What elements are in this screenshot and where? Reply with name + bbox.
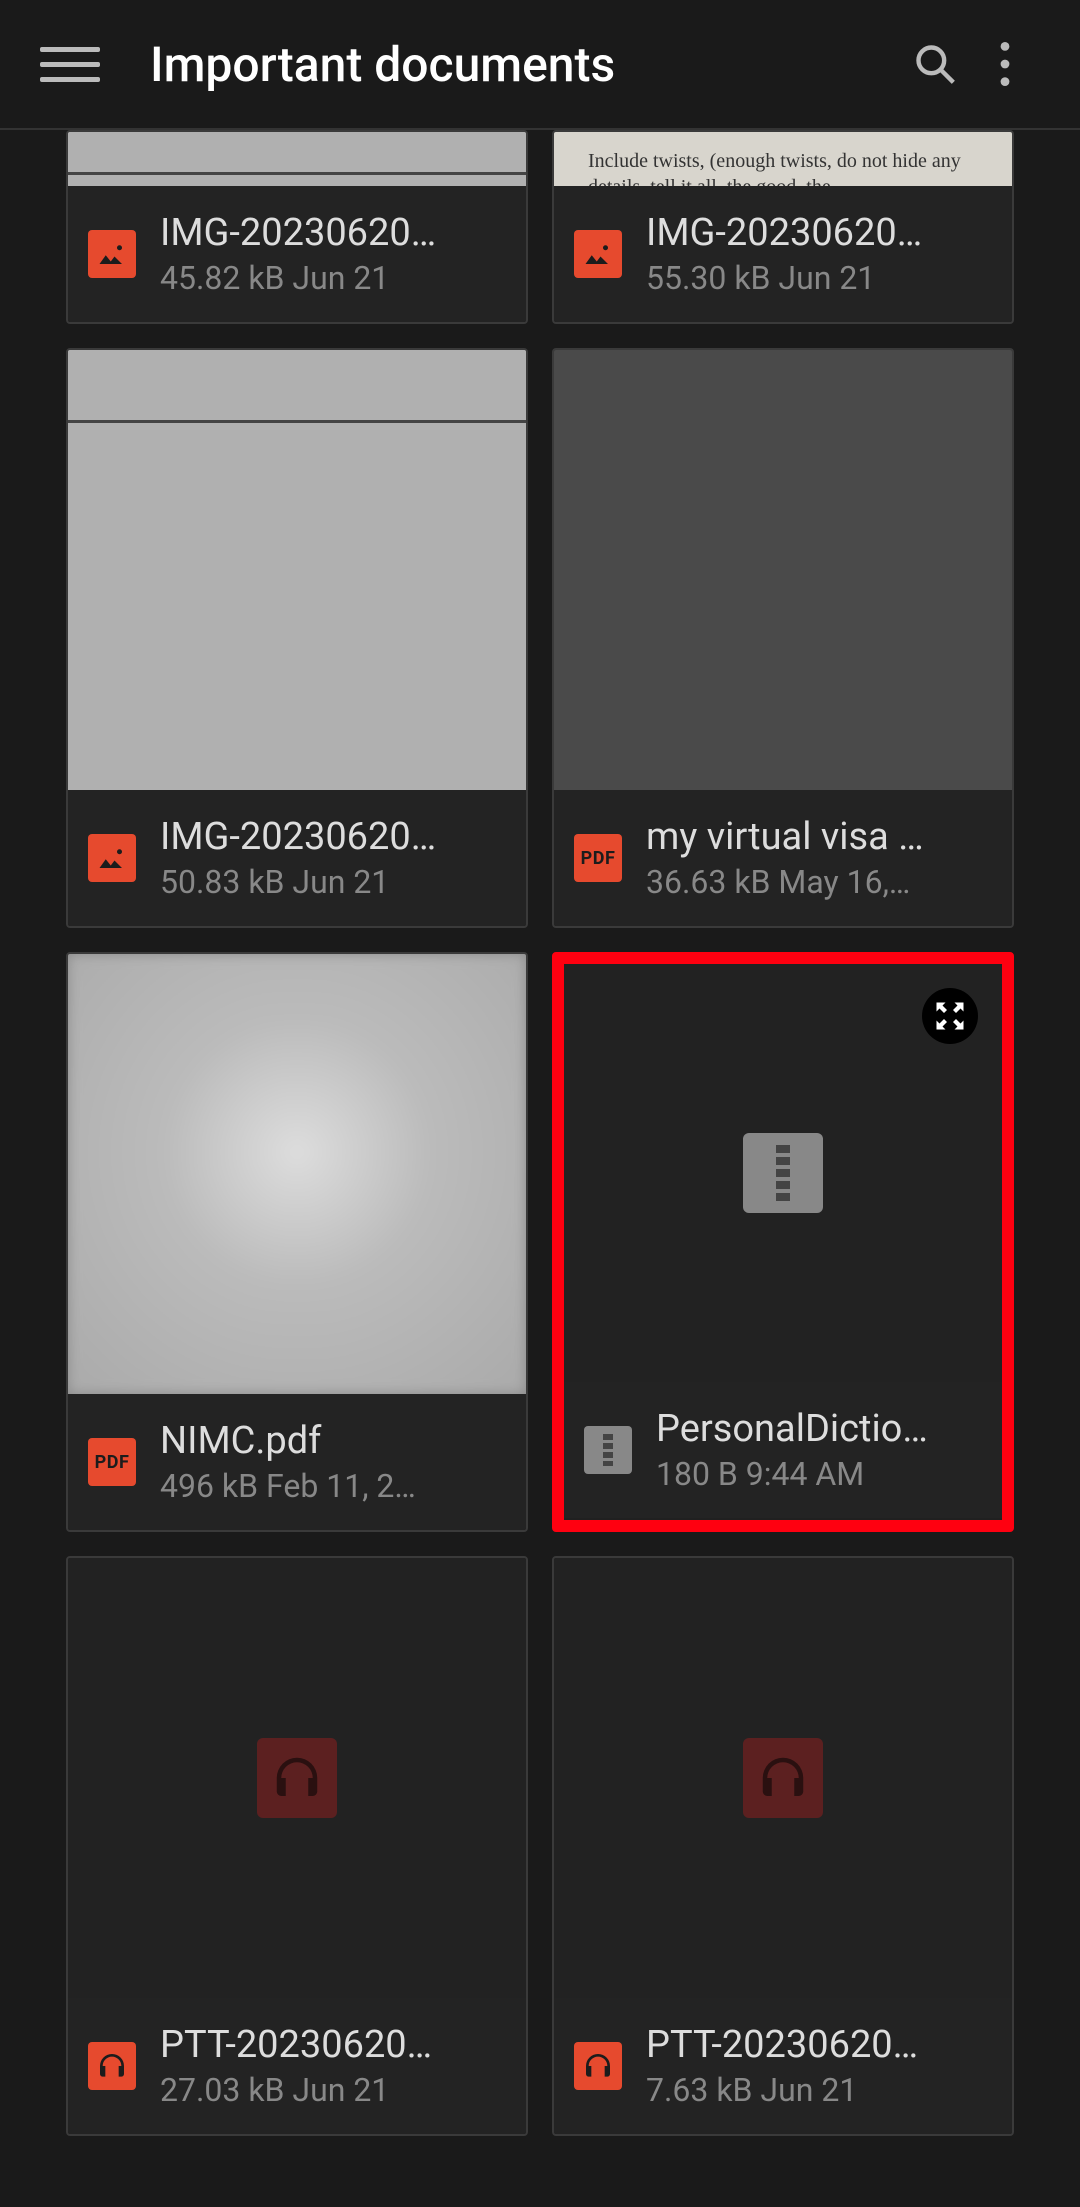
- image-icon: [88, 230, 136, 278]
- file-thumbnail: [68, 954, 526, 1394]
- file-name: IMG-20230620…: [160, 815, 506, 859]
- file-name: IMG-20230620…: [646, 211, 992, 255]
- file-thumbnail: [68, 350, 526, 790]
- file-thumbnail: [554, 1558, 1012, 1998]
- pdf-icon: PDF: [88, 1438, 136, 1486]
- file-name: IMG-20230620…: [160, 211, 506, 255]
- menu-icon[interactable]: [40, 34, 100, 94]
- file-meta: 27.03 kB Jun 21: [160, 2071, 506, 2109]
- file-card[interactable]: PTT-20230620… 27.03 kB Jun 21: [66, 1556, 528, 2136]
- file-meta: 45.82 kB Jun 21: [160, 259, 506, 297]
- file-thumbnail: [68, 1558, 526, 1998]
- file-thumbnail: [554, 350, 1012, 790]
- file-card[interactable]: PDF NIMC.pdf 496 kB Feb 11, 2…: [66, 952, 528, 1532]
- thumbnail-text-preview: Include twists, (enough twists, do not h…: [574, 142, 992, 186]
- pdf-icon: PDF: [574, 834, 622, 882]
- more-vert-icon[interactable]: [970, 29, 1040, 99]
- file-card[interactable]: IMG-20230620… 50.83 kB Jun 21: [66, 348, 528, 928]
- file-name: PersonalDictio…: [656, 1407, 982, 1451]
- file-thumbnail: [564, 964, 1002, 1382]
- file-name: PTT-20230620…: [646, 2023, 992, 2067]
- archive-icon: [584, 1426, 632, 1474]
- headphones-icon: [743, 1738, 823, 1818]
- headphones-icon: [257, 1738, 337, 1818]
- image-icon: [574, 230, 622, 278]
- file-meta: 496 kB Feb 11, 2…: [160, 1467, 506, 1505]
- headphones-icon: [88, 2042, 136, 2090]
- file-name: NIMC.pdf: [160, 1419, 506, 1463]
- search-icon[interactable]: [900, 29, 970, 99]
- app-header: Important documents: [0, 0, 1080, 130]
- archive-icon: [743, 1133, 823, 1213]
- file-meta: 55.30 kB Jun 21: [646, 259, 992, 297]
- file-meta: 50.83 kB Jun 21: [160, 863, 506, 901]
- file-card[interactable]: Include twists, (enough twists, do not h…: [552, 130, 1014, 324]
- file-card[interactable]: IMG-20230620… 45.82 kB Jun 21: [66, 130, 528, 324]
- expand-icon[interactable]: [922, 988, 978, 1044]
- file-thumbnail: Include twists, (enough twists, do not h…: [554, 132, 1012, 186]
- file-card[interactable]: PersonalDictio… 180 B 9:44 AM: [552, 952, 1014, 1532]
- file-card[interactable]: PTT-20230620… 7.63 kB Jun 21: [552, 1556, 1014, 2136]
- file-grid: IMG-20230620… 45.82 kB Jun 21 Include tw…: [0, 130, 1080, 2136]
- headphones-icon: [574, 2042, 622, 2090]
- file-card[interactable]: PDF my virtual visa … 36.63 kB May 16,…: [552, 348, 1014, 928]
- file-name: my virtual visa …: [646, 815, 992, 859]
- file-meta: 7.63 kB Jun 21: [646, 2071, 992, 2109]
- file-meta: 36.63 kB May 16,…: [646, 863, 992, 901]
- page-title: Important documents: [150, 36, 900, 93]
- file-meta: 180 B 9:44 AM: [656, 1455, 982, 1493]
- image-icon: [88, 834, 136, 882]
- file-name: PTT-20230620…: [160, 2023, 506, 2067]
- file-thumbnail: [68, 132, 526, 186]
